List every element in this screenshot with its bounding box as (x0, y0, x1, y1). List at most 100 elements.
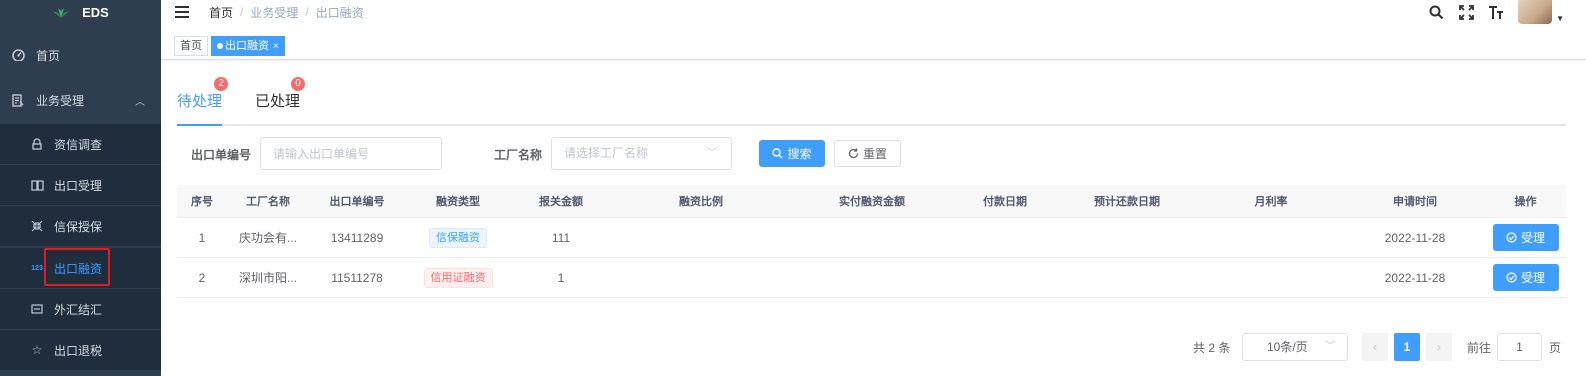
chevron-down-icon: ﹀ (707, 148, 717, 159)
lotus-logo-icon (53, 8, 70, 18)
prev-page-button[interactable]: ‹ (1362, 333, 1388, 361)
app-root: EDS 首页 业务受理 ︿ 资信调查 出口受理 信保授保 123 出口融资 外汇… (0, 0, 1586, 376)
dashboard-icon (11, 48, 25, 62)
cell-amount: 1 (557, 270, 565, 285)
tab-processed[interactable]: 已处理 0 (255, 77, 305, 111)
page-number-button[interactable]: 1 (1394, 333, 1420, 361)
sidebar-group-business[interactable]: 业务受理 ︿ (0, 80, 161, 120)
financing-table: 序号 工厂名称 出口单编号 融资类型 报关金额 融资比例 实付融资金额 付款日期… (177, 185, 1566, 298)
export-no-input[interactable] (260, 137, 442, 170)
search-button-label: 搜索 (787, 147, 812, 161)
avatar[interactable] (1518, 0, 1553, 24)
breadcrumb-separator: / (305, 5, 309, 19)
breadcrumb-current: 出口融资 (315, 5, 364, 20)
cell-export-no: 11511278 (331, 270, 383, 285)
sidebar-item-label: 出口受理 (54, 178, 103, 193)
cell-index: 2 (198, 270, 206, 285)
col-header: 出口单编号 (329, 196, 385, 208)
accept-button[interactable]: 受理 (1492, 264, 1559, 291)
number-icon: 123 (31, 264, 43, 272)
col-header: 序号 (191, 196, 213, 208)
sidebar-item-home[interactable]: 首页 (0, 35, 161, 75)
refresh-icon (848, 148, 859, 159)
cell-export-no: 13411289 (330, 230, 384, 245)
col-header: 实付融资金额 (839, 196, 905, 208)
col-header: 报关金额 (539, 196, 583, 208)
table-row: 2 深圳市阳... 11511278 信用证融资 1 2022-11-28 受理 (177, 258, 1566, 298)
shrink-icon (30, 219, 44, 233)
cell-index: 1 (198, 230, 206, 245)
col-header: 融资类型 (436, 196, 480, 208)
accept-button[interactable]: 受理 (1492, 224, 1559, 251)
sidebar-item-label: 出口退税 (54, 343, 103, 358)
sidebar-item-credit-investigation[interactable]: 资信调查 (0, 124, 161, 164)
financing-type-tag: 信保融资 (429, 227, 487, 248)
lock-icon (30, 137, 44, 151)
cell-type: 信保融资 (405, 227, 511, 248)
goto-page-input[interactable]: 1 (1497, 333, 1542, 361)
export-no-label: 出口单编号 (191, 148, 252, 162)
col-header: 付款日期 (983, 196, 1027, 208)
hamburger-icon[interactable] (175, 6, 189, 18)
tags-view: 首页 出口融资 × (161, 34, 1586, 60)
next-page-button[interactable]: › (1426, 333, 1452, 361)
chevron-up-icon: ︿ (135, 96, 145, 108)
sidebar-item-label: 首页 (36, 48, 61, 63)
star-icon: ☆ (31, 343, 43, 357)
sidebar-item-credit-insurance[interactable]: 信保授保 (0, 206, 161, 246)
breadcrumb: 首页 / 业务受理 / 出口融资 (209, 4, 364, 21)
close-icon[interactable]: × (273, 41, 279, 52)
col-header: 工厂名称 (246, 196, 290, 208)
document-icon (11, 93, 25, 107)
search-button[interactable]: 搜索 (759, 140, 825, 167)
fullscreen-icon[interactable] (1458, 4, 1474, 20)
logo[interactable]: EDS (0, 0, 161, 24)
page-size-select[interactable]: 10条/页 ﹀ (1242, 333, 1348, 361)
goto-label: 前往 (1467, 340, 1492, 355)
page-size-value: 10条/页 (1267, 340, 1308, 354)
accept-button-label: 受理 (1520, 231, 1545, 245)
pending-count-badge: 2 (214, 77, 228, 91)
sidebar-group-label: 业务受理 (36, 93, 85, 108)
check-circle-icon (1506, 232, 1517, 243)
cell-action: 受理 (1485, 224, 1566, 251)
cell-factory: 庆功会有... (238, 231, 297, 245)
tab-active-bar (177, 124, 222, 126)
check-circle-icon (1506, 272, 1517, 283)
col-header: 预计还款日期 (1094, 196, 1160, 208)
reset-button[interactable]: 重置 (834, 140, 901, 167)
sidebar-item-export-tax-refund[interactable]: ☆ 出口退税 (0, 330, 161, 370)
active-dot-icon (217, 43, 223, 50)
factory-name-select[interactable]: 请选择工厂名称 ﹀ (551, 137, 732, 170)
sidebar-item-label: 外汇结汇 (54, 302, 103, 317)
accept-button-label: 受理 (1520, 271, 1545, 285)
breadcrumb-home[interactable]: 首页 (209, 4, 233, 21)
sidebar-item-fx-settlement[interactable]: 外汇结汇 (0, 289, 161, 329)
tab-pending[interactable]: 待处理 2 (177, 77, 228, 111)
navbar: 首页 / 业务受理 / 出口融资 ▼ (161, 0, 1586, 24)
navbar-right: ▼ (1428, 0, 1564, 24)
table-header: 序号 工厂名称 出口单编号 融资类型 报关金额 融资比例 实付融资金额 付款日期… (177, 185, 1566, 218)
breadcrumb-business: 业务受理 (250, 5, 299, 20)
page-unit-label: 页 (1549, 340, 1562, 355)
select-placeholder: 请选择工厂名称 (564, 146, 649, 160)
search-icon[interactable] (1428, 4, 1444, 20)
reset-button-label: 重置 (862, 147, 887, 161)
sidebar-item-export-acceptance[interactable]: 出口受理 (0, 165, 161, 205)
font-size-icon[interactable] (1488, 4, 1504, 20)
pagination-total: 共 2 条 (1193, 340, 1231, 355)
cell-action: 受理 (1485, 264, 1566, 291)
tag-label: 出口融资 (225, 40, 269, 52)
status-tabs: 待处理 2 已处理 0 (177, 77, 1566, 126)
sidebar-item-label: 资信调查 (54, 137, 103, 152)
exchange-icon (30, 302, 44, 316)
search-icon (772, 148, 783, 159)
cell-amount: 111 (551, 230, 571, 245)
tag-export-financing[interactable]: 出口融资 × (211, 36, 285, 56)
cell-apply-time: 2022-11-28 (1384, 230, 1446, 245)
tag-home[interactable]: 首页 (174, 36, 208, 56)
cell-factory: 深圳市阳... (238, 271, 297, 285)
caret-down-icon[interactable]: ▼ (1556, 14, 1564, 23)
financing-type-tag: 信用证融资 (423, 267, 493, 288)
cell-apply-time: 2022-11-28 (1384, 270, 1446, 285)
